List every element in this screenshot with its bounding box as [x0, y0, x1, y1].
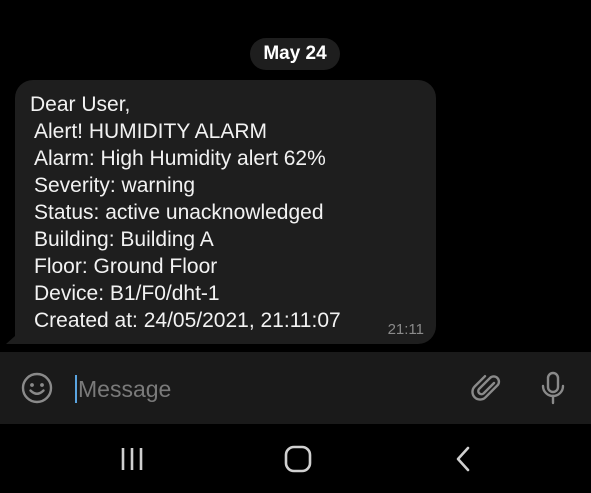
- message-timestamp: 21:11: [387, 321, 424, 338]
- home-icon: [284, 445, 312, 473]
- microphone-icon: [541, 371, 565, 405]
- recents-button[interactable]: [117, 444, 149, 474]
- message-line: Alarm: High Humidity alert 62%: [34, 147, 326, 170]
- paperclip-icon: [471, 375, 501, 401]
- voice-message-button[interactable]: [538, 370, 568, 406]
- message-line: Device: B1/F0/dht-1: [34, 282, 220, 305]
- message-line: Severity: warning: [34, 174, 196, 197]
- attach-button[interactable]: [470, 371, 504, 405]
- telegram-chat-screen: May 24 Dear User, Alert! HUMIDITY ALARM …: [0, 0, 591, 493]
- message-line: Dear User,: [30, 93, 131, 116]
- smiley-icon: [21, 372, 53, 404]
- home-button[interactable]: [282, 444, 314, 474]
- back-icon: [456, 446, 470, 472]
- message-bubble[interactable]: Dear User, Alert! HUMIDITY ALARM Alarm: …: [15, 80, 436, 344]
- message-input[interactable]: [78, 372, 448, 406]
- message-line: Floor: Ground Floor: [34, 255, 218, 278]
- message-line: Status: active unacknowledged: [34, 201, 324, 224]
- emoji-button[interactable]: [20, 371, 54, 405]
- message-composer: [0, 352, 591, 424]
- text-caret: [75, 375, 77, 403]
- message-line: Building: Building A: [34, 228, 214, 251]
- back-button[interactable]: [448, 444, 480, 474]
- message-line: Created at: 24/05/2021, 21:11:07: [34, 309, 341, 332]
- recents-icon: [121, 448, 143, 470]
- message-list[interactable]: May 24 Dear User, Alert! HUMIDITY ALARM …: [0, 0, 591, 352]
- system-navigation-bar: [0, 424, 591, 493]
- date-chip: May 24: [250, 38, 340, 70]
- message-line: Alert! HUMIDITY ALARM: [34, 120, 267, 143]
